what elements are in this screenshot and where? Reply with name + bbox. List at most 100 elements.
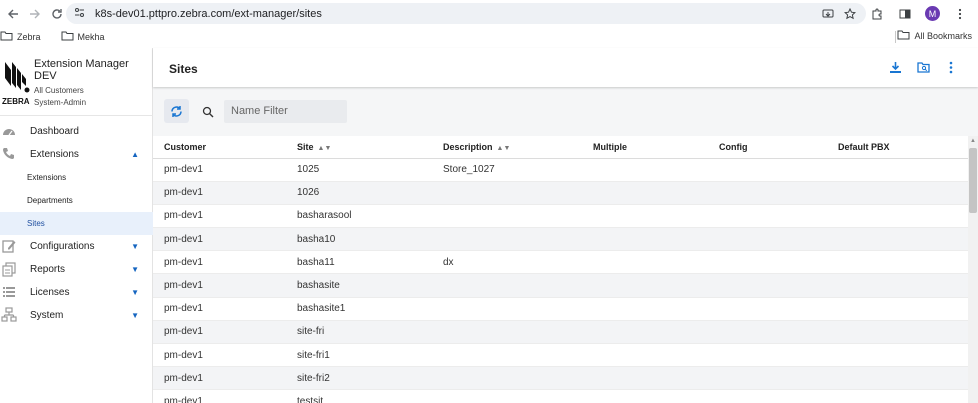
sidebar-item-dashboard[interactable]: Dashboard (0, 120, 153, 143)
import-folder-icon[interactable] (916, 60, 930, 74)
cell-multiple (582, 204, 708, 229)
chevron-down-icon[interactable]: ▼ (131, 265, 139, 274)
table-row[interactable]: pm-dev1 basharasool (153, 204, 968, 229)
chevron-down-icon[interactable]: ▼ (131, 288, 139, 297)
cell-site: basha10 (286, 227, 432, 252)
table-header-row: Customer Site ▲▼ Description ▲▼ Multiple C… (153, 136, 968, 159)
reports-icon (1, 261, 17, 277)
install-app-icon[interactable] (820, 6, 836, 22)
cell-customer: pm-dev1 (153, 389, 286, 403)
forward-icon[interactable] (24, 3, 46, 25)
table-row[interactable]: pm-dev1 site-fri1 (153, 343, 968, 368)
cell-config (708, 320, 827, 345)
cell-default-pbx (827, 320, 968, 345)
back-icon[interactable] (2, 3, 24, 25)
extensions-puzzle-icon[interactable] (869, 6, 885, 22)
cell-description: dx (432, 250, 582, 275)
cell-site: site-fri2 (286, 366, 432, 391)
sidebar-item-label: Configurations (30, 241, 95, 252)
table-scrollbar[interactable]: ▲ (968, 136, 978, 403)
bookmark-zebra[interactable]: Zebra (0, 31, 47, 43)
table-row[interactable]: pm-dev1 site-fri2 (153, 366, 968, 391)
table-row[interactable]: pm-dev1 1026 (153, 181, 968, 205)
table-row[interactable]: pm-dev1 1025 Store_1027 (153, 158, 968, 182)
sidebar-item-label: Extensions (30, 149, 79, 160)
table-row[interactable]: pm-dev1 basha10 (153, 227, 968, 252)
cell-multiple (582, 181, 708, 205)
site-settings-icon[interactable] (74, 5, 85, 23)
address-bar[interactable]: k8s-dev01.pttpro.zebra.com/ext-manager/s… (66, 3, 866, 24)
column-header-config[interactable]: Config (708, 136, 827, 159)
sidebar-subitem-extensions[interactable]: Extensions (0, 166, 153, 189)
cell-config (708, 297, 827, 321)
profile-avatar[interactable]: M (925, 6, 940, 21)
cell-multiple (582, 389, 708, 403)
browser-menu-icon[interactable] (952, 6, 968, 22)
cell-default-pbx (827, 181, 968, 205)
scrollbar-thumb[interactable] (969, 148, 977, 213)
chevron-up-icon[interactable]: ▲ (131, 150, 139, 159)
cell-customer: pm-dev1 (153, 204, 286, 229)
column-header-default-pbx[interactable]: Default PBX (827, 136, 968, 159)
app-root: ZEBRA Extension Manager DEV All Customer… (0, 48, 978, 403)
sidebar-item-configurations[interactable]: Configurations ▼ (0, 235, 153, 258)
download-icon[interactable] (888, 60, 902, 74)
table-row[interactable]: pm-dev1 bashasite1 (153, 297, 968, 321)
cell-config (708, 181, 827, 205)
cell-site: site-fri (286, 320, 432, 345)
sidebar-menu: Dashboard Extensions ▲ Extensions Depart… (0, 120, 153, 327)
sort-icon[interactable]: ▲▼ (318, 145, 332, 152)
bookmark-label: Mekha (77, 32, 105, 42)
sidebar-item-reports[interactable]: Reports ▼ (0, 258, 153, 281)
all-bookmarks[interactable]: All Bookmarks (897, 30, 972, 42)
cell-description (432, 181, 582, 205)
bookmark-label: Zebra (17, 32, 41, 42)
cell-description (432, 320, 582, 345)
sidebar-subitem-sites[interactable]: Sites (0, 212, 153, 235)
cell-config (708, 204, 827, 229)
cell-site: testsit (286, 389, 432, 403)
table-row[interactable]: pm-dev1 site-fri (153, 320, 968, 345)
table-row[interactable]: pm-dev1 basha11 dx (153, 250, 968, 275)
cell-site: bashasite1 (286, 297, 432, 321)
sidebar-item-licenses[interactable]: Licenses ▼ (0, 281, 153, 304)
table-row[interactable]: pm-dev1 testsit (153, 389, 968, 403)
name-filter-input[interactable] (224, 99, 347, 123)
bookmark-mekha[interactable]: Mekha (61, 31, 111, 43)
sidebar-item-system[interactable]: System ▼ (0, 304, 153, 327)
cell-default-pbx (827, 297, 968, 321)
cell-description (432, 389, 582, 403)
column-header-customer[interactable]: Customer (153, 136, 286, 159)
svg-text:ZEBRA: ZEBRA (2, 97, 30, 106)
cell-multiple (582, 158, 708, 182)
cell-customer: pm-dev1 (153, 343, 286, 368)
bookmark-star-icon[interactable] (842, 6, 858, 22)
sidebar-subitem-departments[interactable]: Departments (0, 189, 153, 212)
page-title: Sites (169, 62, 198, 76)
folder-icon (0, 31, 13, 43)
chevron-down-icon[interactable]: ▼ (131, 311, 139, 320)
chevron-down-icon[interactable]: ▼ (131, 242, 139, 251)
table-row[interactable]: pm-dev1 bashasite (153, 273, 968, 298)
browser-toolbar: k8s-dev01.pttpro.zebra.com/ext-manager/s… (0, 0, 978, 27)
cell-config (708, 273, 827, 298)
column-header-site[interactable]: Site ▲▼ (286, 136, 432, 159)
cell-customer: pm-dev1 (153, 227, 286, 252)
sort-icon[interactable]: ▲▼ (497, 145, 511, 152)
refresh-button[interactable] (164, 99, 189, 123)
cell-default-pbx (827, 158, 968, 182)
column-header-multiple[interactable]: Multiple (582, 136, 708, 159)
cell-default-pbx (827, 273, 968, 298)
cell-multiple (582, 366, 708, 391)
cell-config (708, 343, 827, 368)
bookmarks-bar: Zebra Mekha All Bookmarks (0, 27, 978, 47)
cell-config (708, 366, 827, 391)
side-panel-icon[interactable] (897, 6, 913, 22)
reload-icon[interactable] (46, 3, 68, 25)
sidebar-item-extensions[interactable]: Extensions ▲ (0, 143, 153, 166)
cell-multiple (582, 227, 708, 252)
column-header-description[interactable]: Description ▲▼ (432, 136, 582, 159)
scroll-up-icon[interactable]: ▲ (970, 138, 976, 144)
more-options-icon[interactable] (944, 60, 958, 74)
cell-customer: pm-dev1 (153, 158, 286, 182)
